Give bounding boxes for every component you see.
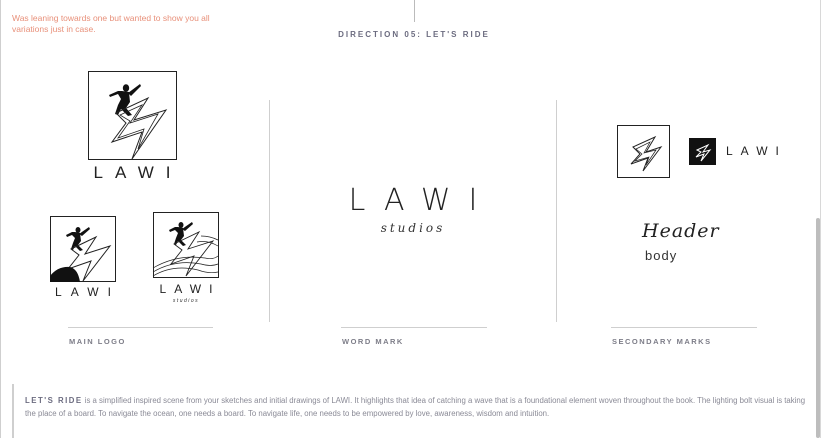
main-logo-variant-lined-sub: studios	[172, 298, 200, 304]
description-text: LET'S RIDE is a simplified inspired scen…	[25, 395, 817, 420]
main-logo-variant-solid-mark	[50, 216, 116, 282]
word-mark-sub: studios	[380, 221, 446, 235]
word-mark-underline	[341, 327, 487, 328]
description-body: is a simplified inspired scene from your…	[25, 396, 806, 418]
column-divider-left	[269, 100, 270, 322]
main-logo-mark	[88, 71, 177, 160]
vertical-scrollbar[interactable]	[816, 218, 820, 438]
label-secondary-marks: SECONDARY MARKS	[612, 337, 712, 346]
secondary-mark-outline	[617, 125, 670, 178]
column-divider-right	[556, 100, 557, 322]
description-block: LET'S RIDE is a simplified inspired scen…	[12, 384, 817, 438]
word-mark-name: LAWI	[348, 183, 496, 218]
secondary-mark-name: LAWI	[726, 144, 787, 158]
main-logo-name: LAWI	[93, 163, 183, 182]
page-frame-left	[0, 0, 1, 438]
main-logo-underline	[68, 327, 213, 328]
secondary-marks-underline	[611, 327, 757, 328]
description-lead: LET'S RIDE	[25, 396, 83, 405]
top-tick-line	[414, 0, 415, 22]
typography-body-sample: body	[645, 248, 678, 263]
typography-header-sample: Header	[642, 220, 720, 242]
main-logo-variant-solid-name: LAWI	[55, 285, 120, 299]
secondary-mark-solid-icon	[689, 138, 716, 165]
main-logo-variant-lined-mark	[152, 212, 219, 278]
label-main-logo: MAIN LOGO	[69, 337, 126, 346]
label-word-mark: WORD MARK	[342, 337, 404, 346]
direction-title: DIRECTION 05: LET'S RIDE	[338, 30, 490, 39]
page-frame-right	[820, 0, 821, 438]
main-logo-variant-lined-name: LAWI	[159, 282, 221, 296]
